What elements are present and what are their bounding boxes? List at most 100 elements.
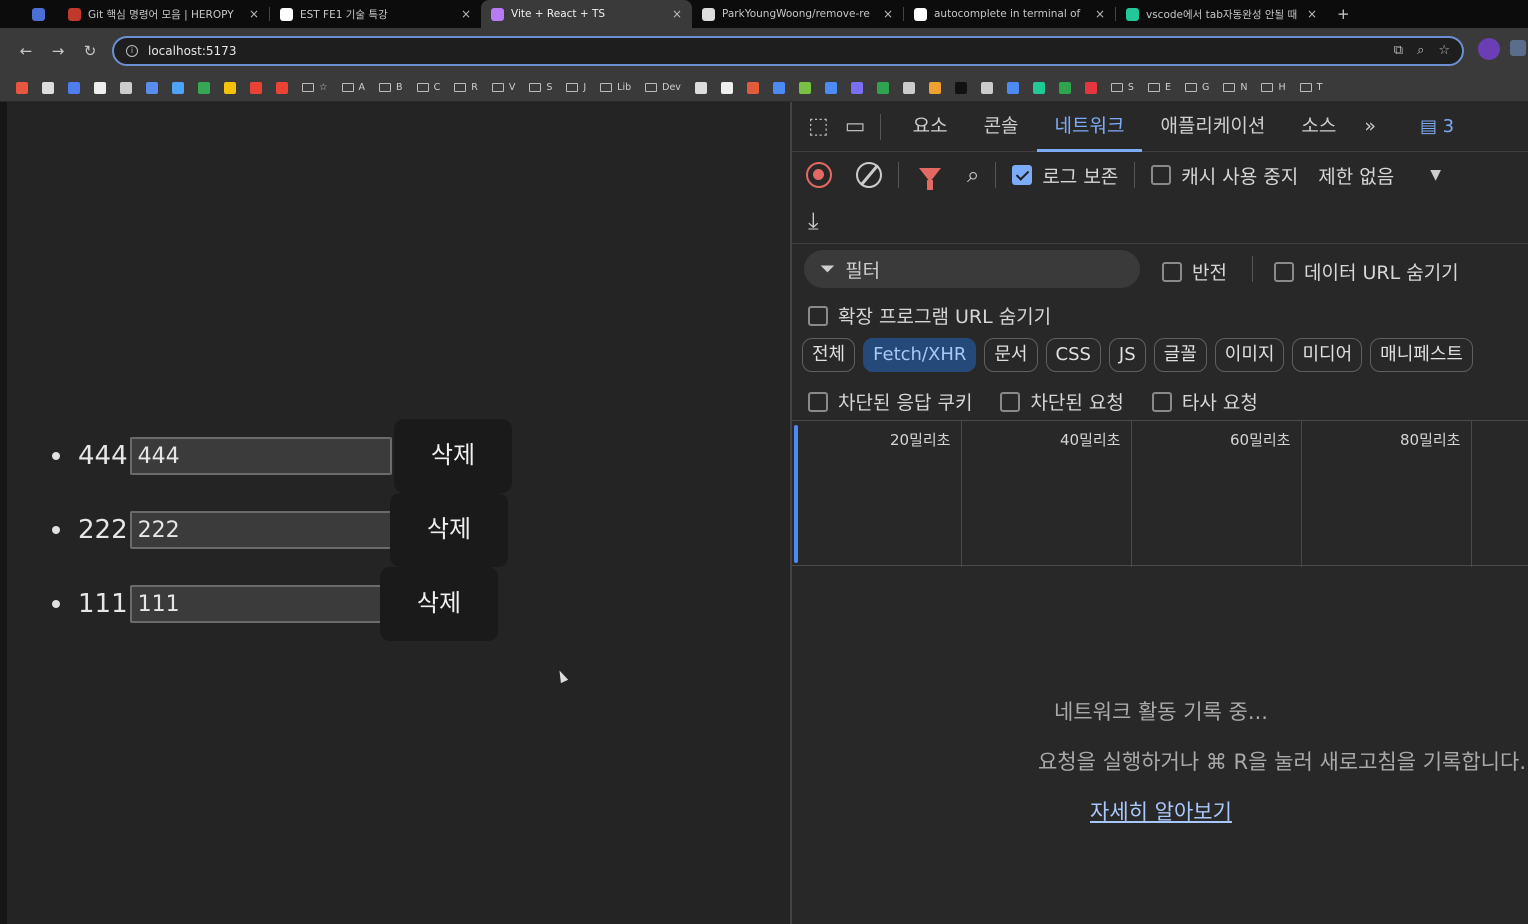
bookmark-icon[interactable]: [1006, 81, 1019, 94]
network-overview-timeline[interactable]: 20밀리초 40밀리초 60밀리초 80밀리초: [792, 420, 1528, 567]
bookmark-icon[interactable]: [928, 81, 941, 94]
delete-button[interactable]: 삭제: [380, 567, 498, 641]
browser-tab[interactable]: [24, 0, 58, 28]
learn-more-link[interactable]: 자세히 알아보기: [1090, 800, 1232, 824]
bookmark-icon[interactable]: [94, 81, 106, 94]
forward-icon[interactable]: →: [42, 42, 74, 60]
browser-tab-active[interactable]: Vite + React + TS ×: [481, 0, 692, 28]
browser-tab[interactable]: EST FE1 기술 특강 ×: [270, 0, 481, 28]
bookmark-folder[interactable]: N: [1223, 82, 1247, 93]
third-party-checkbox[interactable]: [1151, 391, 1172, 412]
filter-input[interactable]: ⏷ 필터: [804, 250, 1140, 288]
blocked-cookies-checkbox[interactable]: [808, 391, 828, 412]
download-har-icon[interactable]: ⤓: [808, 207, 819, 235]
bookmark-folder[interactable]: T: [1299, 82, 1322, 93]
bookmark-icon[interactable]: [720, 81, 733, 94]
throttle-select[interactable]: 제한 없음: [1318, 162, 1394, 189]
filter-chip[interactable]: CSS: [1045, 338, 1101, 372]
bookmark-folder[interactable]: R: [454, 82, 478, 93]
bookmark-icon[interactable]: [16, 81, 28, 94]
chevron-down-icon[interactable]: ▼: [1430, 167, 1441, 183]
bookmark-folder[interactable]: S: [1110, 82, 1134, 93]
search-icon[interactable]: ⌕: [967, 163, 979, 188]
tab-close-icon[interactable]: ×: [883, 7, 893, 21]
bookmark-icon[interactable]: [824, 81, 837, 94]
extension-icon[interactable]: [1510, 40, 1526, 56]
preserve-log-checkbox[interactable]: [1012, 165, 1033, 185]
item-input[interactable]: [129, 437, 392, 475]
tab-application[interactable]: 애플리케이션: [1142, 102, 1283, 152]
delete-button[interactable]: 삭제: [394, 419, 512, 493]
clear-icon[interactable]: [856, 162, 882, 188]
bookmark-folder[interactable]: Dev: [645, 82, 681, 93]
item-input[interactable]: [129, 585, 392, 623]
filter-chip[interactable]: 문서: [984, 338, 1038, 372]
bookmark-folder[interactable]: ☆: [302, 82, 328, 93]
bookmark-icon[interactable]: [224, 81, 236, 94]
inspect-element-icon[interactable]: ⬚: [808, 114, 829, 139]
bookmark-icon[interactable]: [120, 81, 132, 94]
bookmark-icon[interactable]: [746, 81, 759, 94]
item-input[interactable]: [129, 511, 392, 549]
invert-checkbox[interactable]: [1162, 261, 1182, 282]
bookmark-icon[interactable]: [42, 81, 54, 94]
translate-icon[interactable]: ⧉: [1394, 43, 1403, 58]
back-icon[interactable]: ←: [10, 42, 42, 60]
filter-chip[interactable]: JS: [1108, 338, 1146, 372]
new-tab-button[interactable]: +: [1337, 5, 1350, 23]
tab-network[interactable]: 네트워크: [1036, 102, 1143, 152]
hide-extension-urls-checkbox[interactable]: [808, 305, 828, 326]
url-text[interactable]: localhost:5173: [148, 44, 236, 58]
bookmark-icon[interactable]: [250, 81, 262, 94]
bookmark-icon[interactable]: [172, 81, 184, 94]
filter-toggle-icon[interactable]: [919, 168, 941, 190]
reload-icon[interactable]: ↻: [74, 42, 106, 60]
more-tabs-icon[interactable]: »: [1354, 102, 1386, 152]
tab-close-icon[interactable]: ×: [461, 7, 471, 21]
bookmark-folder[interactable]: V: [491, 82, 515, 93]
issues-badge[interactable]: ▤ 3: [1420, 116, 1454, 137]
bookmark-folder[interactable]: Lib: [600, 82, 631, 93]
bookmark-icon[interactable]: [954, 81, 967, 94]
profile-avatar[interactable]: [1478, 38, 1500, 60]
bookmark-icon[interactable]: [1058, 81, 1071, 94]
filter-chip[interactable]: Fetch/XHR: [863, 338, 977, 372]
filter-chip[interactable]: 미디어: [1292, 338, 1363, 372]
record-icon[interactable]: [806, 162, 832, 188]
bookmark-icon[interactable]: [276, 81, 288, 94]
bookmark-icon[interactable]: [850, 81, 863, 94]
bookmark-icon[interactable]: [68, 81, 80, 94]
bookmark-folder[interactable]: B: [379, 82, 403, 93]
bookmark-icon[interactable]: [1084, 81, 1097, 94]
tab-close-icon[interactable]: ×: [249, 7, 259, 21]
browser-tab[interactable]: vscode에서 tab자동완성 안될 때 ×: [1116, 0, 1327, 28]
address-bar[interactable]: i localhost:5173 ⧉ ⌕ ☆: [112, 36, 1464, 66]
browser-tab[interactable]: autocomplete in terminal of ×: [904, 0, 1115, 28]
browser-tab[interactable]: ParkYoungWoong/remove-re ×: [692, 0, 903, 28]
bookmark-icon[interactable]: [902, 81, 915, 94]
browser-tab[interactable]: Git 핵심 명령어 모음 | HEROPY ×: [58, 0, 269, 28]
bookmark-star-icon[interactable]: ☆: [1438, 43, 1450, 58]
hide-data-urls-checkbox[interactable]: [1274, 261, 1294, 282]
bookmark-icon[interactable]: [798, 81, 811, 94]
tab-sources[interactable]: 소스: [1283, 102, 1354, 152]
tab-close-icon[interactable]: ×: [1095, 7, 1105, 21]
filter-chip[interactable]: 매니페스트: [1370, 338, 1473, 372]
zoom-icon[interactable]: ⌕: [1417, 43, 1424, 58]
bookmark-icon[interactable]: [694, 81, 707, 94]
tab-close-icon[interactable]: ×: [672, 7, 682, 21]
bookmark-folder[interactable]: J: [566, 82, 586, 93]
delete-button[interactable]: 삭제: [390, 493, 508, 567]
bookmark-folder[interactable]: S: [529, 82, 552, 93]
bookmark-folder[interactable]: E: [1147, 82, 1171, 93]
filter-chip[interactable]: 이미지: [1214, 338, 1285, 372]
bookmark-icon[interactable]: [198, 81, 210, 94]
tab-close-icon[interactable]: ×: [1307, 7, 1317, 21]
bookmark-icon[interactable]: [876, 81, 889, 94]
bookmark-icon[interactable]: [772, 81, 785, 94]
disable-cache-checkbox[interactable]: [1151, 165, 1172, 185]
bookmark-folder[interactable]: G: [1184, 82, 1209, 93]
tab-console[interactable]: 콘솔: [966, 102, 1037, 152]
bookmark-icon[interactable]: [980, 81, 993, 94]
filter-chip[interactable]: 글꼴: [1153, 338, 1207, 372]
